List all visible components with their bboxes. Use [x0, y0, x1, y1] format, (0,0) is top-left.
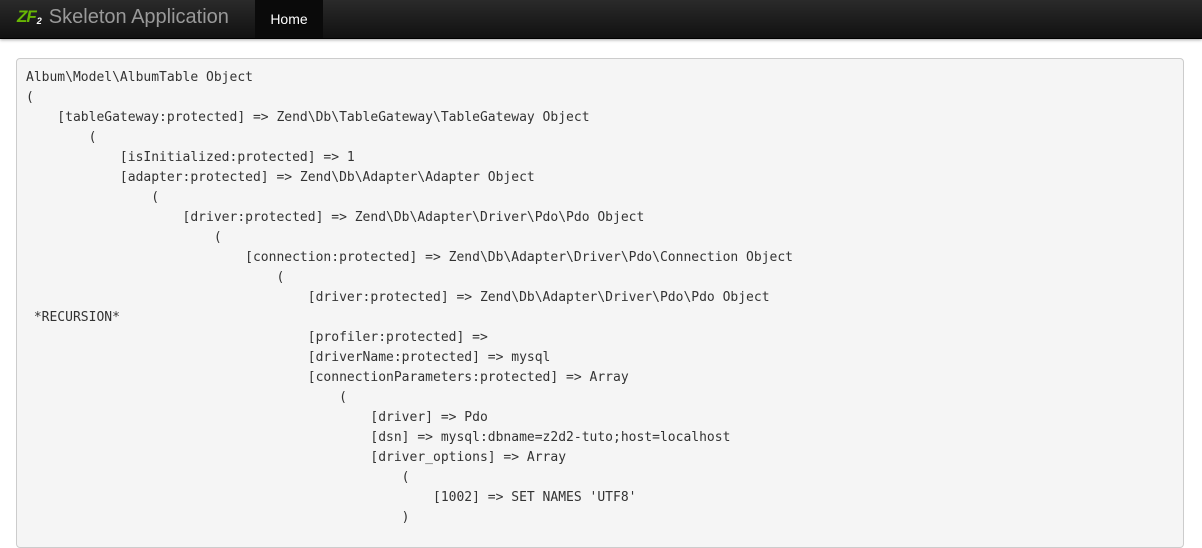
brand-link[interactable]: ZF 2 Skeleton Application [17, 0, 229, 34]
output-line: ( [26, 90, 34, 105]
output-line: ( [26, 190, 160, 205]
debug-output-box: Album\Model\AlbumTable Object ( [tableGat… [16, 58, 1184, 548]
output-line: [connectionParameters:protected] => Arra… [26, 370, 629, 385]
output-line: [adapter:protected] => Zend\Db\Adapter\A… [26, 170, 535, 185]
nav-home-link[interactable]: Home [255, 0, 323, 38]
top-navbar: ZF 2 Skeleton Application Home [0, 0, 1202, 39]
output-line: Album\Model\AlbumTable Object [26, 70, 253, 85]
output-line: [1002] => SET NAMES 'UTF8' [26, 490, 637, 505]
output-line: [connection:protected] => Zend\Db\Adapte… [26, 250, 794, 265]
output-line: ( [26, 390, 347, 405]
logo-text: ZF [17, 7, 37, 26]
zf-logo-icon: ZF 2 [17, 7, 42, 27]
output-line: [driver] => Pdo [26, 410, 488, 425]
output-line: ( [26, 270, 285, 285]
output-line: [driver:protected] => Zend\Db\Adapter\Dr… [26, 290, 770, 305]
output-line: [dsn] => mysql:dbname=z2d2-tuto;host=loc… [26, 430, 731, 445]
output-line: ( [26, 130, 97, 145]
output-line: [driver_options] => Array [26, 450, 567, 465]
output-line: [driver:protected] => Zend\Db\Adapter\Dr… [26, 210, 645, 225]
output-line: ( [26, 230, 222, 245]
output-line: [profiler:protected] => [26, 330, 496, 345]
logo-version: 2 [36, 16, 42, 26]
output-line: [driverName:protected] => mysql [26, 350, 551, 365]
output-line: ) [26, 510, 410, 525]
output-line: [tableGateway:protected] => Zend\Db\Tabl… [26, 110, 590, 125]
output-line: *RECURSION* [26, 310, 120, 325]
output-line: [isInitialized:protected] => 1 [26, 150, 355, 165]
brand-title: Skeleton Application [48, 5, 229, 28]
output-line: ( [26, 470, 410, 485]
